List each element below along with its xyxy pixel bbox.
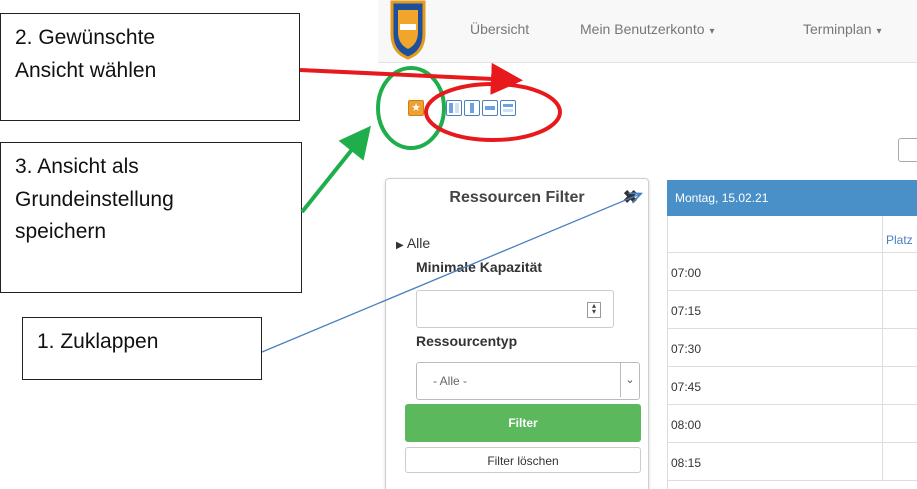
view-icon-1[interactable] — [446, 100, 462, 116]
club-logo — [390, 0, 426, 60]
close-icon[interactable]: ✖ — [623, 187, 638, 208]
time-row[interactable]: 07:30 — [667, 329, 917, 367]
star-icon[interactable]: ★ — [408, 100, 424, 116]
time-row[interactable]: 07:45 — [667, 367, 917, 405]
navbar: Übersicht Mein Benutzerkonto ▾ Terminplan… — [378, 0, 917, 63]
time-row[interactable]: 07:15 — [667, 291, 917, 329]
resource-filter-panel: Ressourcen Filter ✖ ▶ Alle Minimale Kapa… — [385, 178, 649, 489]
resource-type-value: - Alle - — [433, 374, 468, 388]
calendar-column-header: Platz — [667, 216, 917, 253]
nav-account[interactable]: Mein Benutzerkonto ▾ — [580, 21, 715, 37]
nav-overview[interactable]: Übersicht — [470, 21, 529, 37]
filter-button[interactable]: Filter — [405, 404, 641, 442]
nav-schedule[interactable]: Terminplan ▾ — [803, 21, 882, 37]
chevron-down-icon: ▾ — [709, 26, 715, 37]
clear-filter-button[interactable]: Filter löschen — [405, 447, 641, 473]
column-label: Platz — [886, 233, 913, 247]
view-icon-2[interactable] — [464, 100, 480, 116]
checkbox-fragment[interactable] — [898, 138, 917, 162]
annotation-step-3: 3. Ansicht als Grundeinstellung speicher… — [0, 142, 302, 293]
calendar: Montag, 15.02.21 Platz 07:00 07:15 07:30… — [667, 180, 917, 489]
resource-type-label: Ressourcentyp — [416, 333, 518, 349]
chevron-down-icon: ▾ — [876, 26, 882, 37]
triangle-right-icon: ▶ — [396, 240, 404, 251]
calendar-header: Montag, 15.02.21 — [667, 180, 917, 216]
time-row[interactable]: 08:15 — [667, 443, 917, 481]
min-capacity-label: Minimale Kapazität — [416, 259, 543, 275]
spinner-icon[interactable]: ▴ ▾ — [587, 302, 601, 318]
time-row[interactable]: 08:00 — [667, 405, 917, 443]
app-screenshot: Übersicht Mein Benutzerkonto ▾ Terminplan… — [378, 0, 917, 489]
green-arrow — [300, 125, 371, 214]
annotation-step-1: 1. Zuklappen — [22, 317, 262, 380]
view-icon-4[interactable] — [500, 100, 516, 116]
all-toggle[interactable]: ▶ Alle — [396, 235, 430, 251]
resource-type-select[interactable]: - Alle - ⌄ — [416, 362, 640, 400]
view-icon-3[interactable] — [482, 100, 498, 116]
calendar-date: Montag, 15.02.21 — [675, 191, 769, 205]
annotation-step-2: 2. Gewünschte Ansicht wählen — [0, 13, 300, 121]
filter-title: Ressourcen Filter — [449, 189, 585, 206]
chevron-down-icon: ⌄ — [620, 363, 639, 397]
time-row[interactable]: 07:00 — [667, 253, 917, 291]
min-capacity-input[interactable]: ▴ ▾ — [416, 290, 614, 328]
